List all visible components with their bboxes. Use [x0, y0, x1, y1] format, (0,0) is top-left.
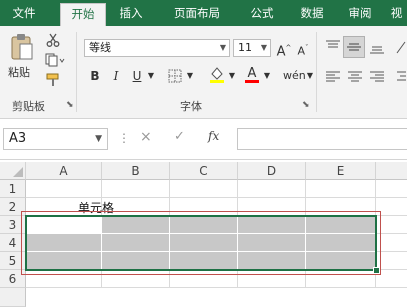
font-name-value: 等线: [89, 41, 111, 54]
tab-home[interactable]: 开始: [60, 3, 106, 26]
ribbon-tab-bar: 文件 开始 插入 页面布局 公式 数据 审阅 视: [0, 0, 407, 26]
tab-page-layout[interactable]: 页面布局: [162, 3, 232, 26]
paste-label[interactable]: 粘贴: [8, 64, 30, 80]
font-launcher-icon[interactable]: ⬊: [302, 100, 310, 110]
column-header[interactable]: B: [102, 162, 170, 180]
clipboard-launcher-icon[interactable]: ⬊: [66, 100, 74, 110]
column-header[interactable]: E: [306, 162, 376, 180]
chevron-down-icon: ▼: [219, 43, 226, 52]
tab-formulas[interactable]: 公式: [242, 3, 282, 26]
tab-view[interactable]: 视: [386, 3, 407, 26]
borders-icon[interactable]: [166, 68, 184, 84]
select-all-corner[interactable]: [0, 162, 26, 180]
chevron-down-icon[interactable]: ▼: [262, 66, 272, 86]
middle-align-icon[interactable]: [343, 36, 365, 58]
align-center-icon[interactable]: [345, 68, 365, 86]
tab-insert[interactable]: 插入: [111, 3, 151, 26]
top-align-icon[interactable]: [323, 38, 343, 56]
column-header[interactable]: [376, 162, 407, 180]
font-color-icon[interactable]: A: [243, 66, 261, 84]
align-right-icon[interactable]: [367, 68, 387, 86]
chevron-down-icon[interactable]: ▼: [185, 66, 195, 86]
orientation-icon[interactable]: [394, 38, 407, 56]
increase-font-size-icon[interactable]: A^: [275, 38, 293, 59]
insert-function-icon[interactable]: fx: [208, 129, 219, 143]
tab-file[interactable]: 文件: [4, 3, 44, 26]
indent-icon[interactable]: [394, 68, 407, 86]
formula-input[interactable]: [237, 128, 407, 150]
chevron-down-icon[interactable]: ▼: [305, 66, 315, 86]
cell-c1[interactable]: [170, 180, 238, 198]
column-header[interactable]: A: [26, 162, 102, 180]
cancel-entry-icon[interactable]: ×: [140, 129, 152, 145]
cell-e1[interactable]: [306, 180, 376, 198]
chevron-down-icon[interactable]: ▼: [95, 129, 102, 149]
phonetic-guide-icon[interactable]: wén: [283, 66, 306, 86]
paste-icon[interactable]: [8, 32, 36, 62]
italic-icon[interactable]: I: [107, 66, 125, 86]
ribbon-home: 粘贴 剪贴板 ⬊ 等线 ▼ 11 ▼ A^ Aˇ B I U ▼ ▼ ▼ A ▼…: [0, 26, 407, 119]
cell-f1[interactable]: [376, 180, 407, 198]
chevron-down-icon[interactable]: ▼: [227, 66, 237, 86]
bold-icon[interactable]: B: [86, 66, 104, 86]
chevron-down-icon[interactable]: ▼: [146, 66, 156, 86]
cut-icon[interactable]: [44, 32, 62, 48]
cell-a1[interactable]: [26, 180, 102, 198]
worksheet-grid: A B C D E 1 2 3 4 5 6 单元格: [0, 162, 407, 307]
font-size-select[interactable]: 11 ▼: [233, 39, 271, 57]
group-separator: [316, 32, 317, 112]
chevron-down-icon: ▼: [260, 43, 267, 52]
column-header[interactable]: D: [238, 162, 306, 180]
font-group-label: 字体: [180, 100, 202, 113]
row-header[interactable]: 1: [0, 180, 26, 198]
cell-d1[interactable]: [238, 180, 306, 198]
confirm-entry-icon[interactable]: ✓: [174, 129, 185, 144]
tab-review[interactable]: 审阅: [340, 3, 380, 26]
column-header[interactable]: C: [170, 162, 238, 180]
formula-bar-grip-icon: ⋮: [118, 131, 130, 145]
decrease-font-size-icon[interactable]: Aˇ: [294, 38, 312, 58]
row-header[interactable]: [0, 288, 26, 307]
font-size-value: 11: [238, 41, 252, 54]
name-box[interactable]: A3 ▼: [3, 128, 108, 150]
format-painter-icon[interactable]: [44, 72, 62, 88]
font-name-select[interactable]: 等线 ▼: [84, 39, 230, 57]
copy-icon[interactable]: [44, 52, 66, 68]
group-separator: [76, 32, 77, 112]
name-box-value: A3: [9, 131, 27, 146]
selection-highlight-outline: [21, 211, 381, 275]
align-left-icon[interactable]: [323, 68, 343, 86]
fill-color-icon[interactable]: [208, 66, 226, 84]
bottom-align-icon[interactable]: [367, 38, 387, 56]
underline-icon[interactable]: U: [128, 66, 146, 86]
clipboard-group-label: 剪贴板: [12, 100, 45, 113]
cell-b1[interactable]: [102, 180, 170, 198]
tab-data[interactable]: 数据: [292, 3, 332, 26]
formula-bar: A3 ▼ ⋮ × ✓ fx: [0, 119, 407, 160]
